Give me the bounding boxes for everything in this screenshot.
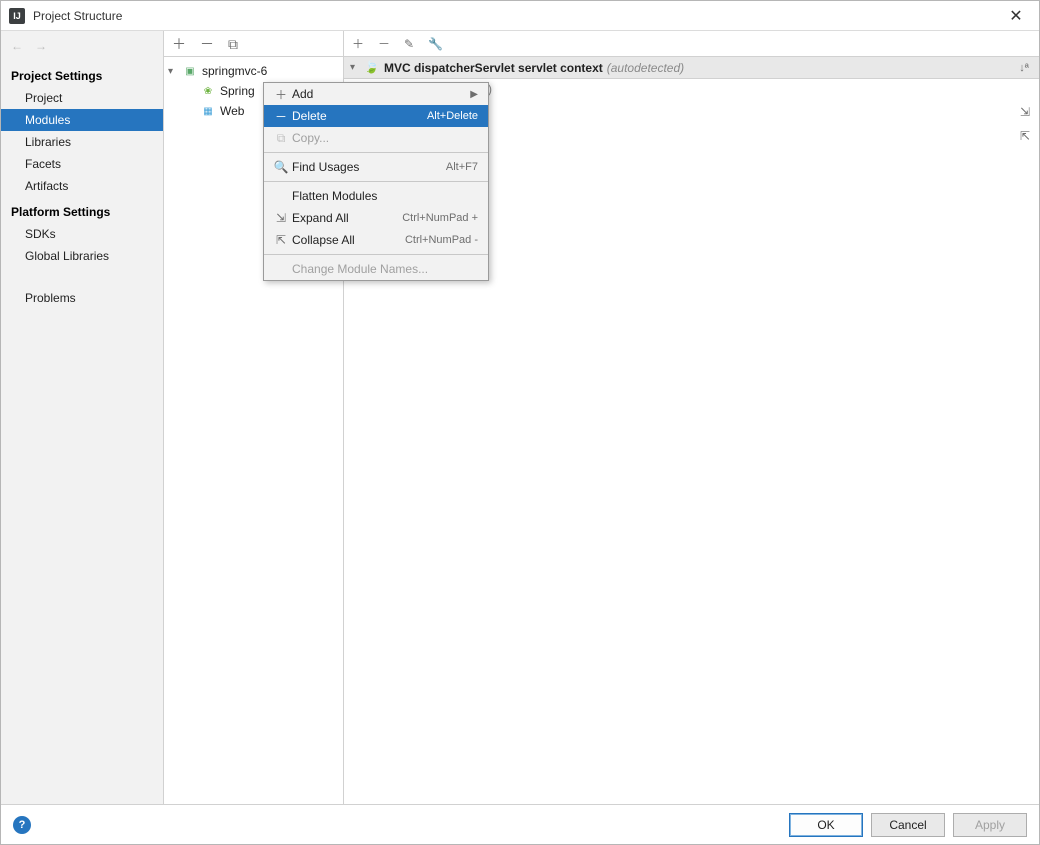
chevron-down-icon: ▾	[168, 66, 182, 77]
sort-icon[interactable]: ↓ª	[1013, 59, 1035, 77]
tree-node-label: Spring	[220, 84, 255, 98]
help-icon[interactable]: ?	[13, 816, 31, 834]
detail-toolbar: ＋ － ✎ 🔧	[344, 31, 1039, 57]
cancel-button[interactable]: Cancel	[871, 813, 945, 837]
collapse-icon: ⇱	[272, 233, 290, 247]
section-project-settings: Project Settings	[1, 61, 163, 87]
sidebar-item-sdks[interactable]: SDKs	[1, 223, 163, 245]
section-platform-settings: Platform Settings	[1, 197, 163, 223]
plus-icon: ＋	[272, 86, 290, 103]
ctx-label: Find Usages	[290, 160, 446, 174]
tree-root-label: springmvc-6	[202, 64, 267, 78]
window-body: ← → Project Settings Project Modules Lib…	[1, 31, 1039, 804]
wrench-icon[interactable]: 🔧	[428, 37, 443, 51]
context-menu: ＋ Add ▶ － Delete Alt+Delete ⧉ Copy... 🔍 …	[263, 82, 489, 281]
ctx-copy: ⧉ Copy...	[264, 127, 488, 149]
ctx-shortcut: Ctrl+NumPad +	[402, 212, 478, 224]
sidebar-item-artifacts[interactable]: Artifacts	[1, 175, 163, 197]
ctx-shortcut: Ctrl+NumPad -	[405, 234, 478, 246]
ctx-label: Add	[290, 87, 470, 101]
ctx-label: Change Module Names...	[290, 262, 478, 276]
spring-context-icon: 🍃	[364, 60, 380, 76]
add-context-icon[interactable]: ＋	[352, 35, 364, 52]
web-icon: ▦	[200, 103, 216, 119]
collapse-all-icon[interactable]: ⇱	[1015, 127, 1035, 145]
settings-sidebar: ← → Project Settings Project Modules Lib…	[1, 31, 164, 804]
titlebar: IJ Project Structure ✕	[1, 1, 1039, 31]
ctx-label: Copy...	[290, 131, 478, 145]
ctx-expand-all[interactable]: ⇲ Expand All Ctrl+NumPad +	[264, 207, 488, 229]
forward-icon[interactable]: →	[35, 39, 47, 53]
sidebar-item-libraries[interactable]: Libraries	[1, 131, 163, 153]
expand-icon: ⇲	[272, 211, 290, 225]
sidebar-item-problems[interactable]: Problems	[1, 287, 163, 309]
ctx-delete[interactable]: － Delete Alt+Delete	[264, 105, 488, 127]
sidebar-item-project[interactable]: Project	[1, 87, 163, 109]
spring-icon: ❀	[200, 83, 216, 99]
modules-toolbar: ＋ － ⧉	[164, 31, 343, 57]
ctx-flatten[interactable]: Flatten Modules	[264, 185, 488, 207]
tree-node-label: Web	[220, 104, 244, 118]
ctx-label: Expand All	[290, 211, 402, 225]
submenu-arrow-icon: ▶	[470, 89, 478, 100]
window-title: Project Structure	[33, 9, 1001, 23]
context-title-muted: (autodetected)	[607, 61, 684, 75]
tree-root[interactable]: ▾ ▣ springmvc-6	[164, 61, 343, 81]
dialog-footer: ? OK Cancel Apply	[1, 804, 1039, 844]
context-title: MVC dispatcherServlet servlet context	[384, 61, 603, 75]
sidebar-item-modules[interactable]: Modules	[1, 109, 163, 131]
ctx-add[interactable]: ＋ Add ▶	[264, 83, 488, 105]
project-structure-window: IJ Project Structure ✕ ← → Project Setti…	[0, 0, 1040, 845]
ctx-separator	[264, 254, 488, 255]
ok-button[interactable]: OK	[789, 813, 863, 837]
remove-context-icon[interactable]: －	[378, 35, 390, 52]
search-icon: 🔍	[272, 160, 290, 174]
expand-all-icon[interactable]: ⇲	[1015, 103, 1035, 121]
add-module-icon[interactable]: ＋	[172, 37, 186, 51]
context-header[interactable]: ▾ 🍃 MVC dispatcherServlet servlet contex…	[344, 57, 1039, 79]
sidebar-item-global-libraries[interactable]: Global Libraries	[1, 245, 163, 267]
ctx-separator	[264, 152, 488, 153]
minus-icon: －	[272, 108, 290, 125]
ctx-label: Flatten Modules	[290, 189, 478, 203]
apply-button[interactable]: Apply	[953, 813, 1027, 837]
ctx-shortcut: Alt+Delete	[427, 110, 478, 122]
close-icon[interactable]: ✕	[1001, 6, 1031, 26]
ctx-change-names: Change Module Names...	[264, 258, 488, 280]
sidebar-item-facets[interactable]: Facets	[1, 153, 163, 175]
chevron-down-icon: ▾	[350, 62, 364, 73]
ctx-shortcut: Alt+F7	[446, 161, 478, 173]
ctx-separator	[264, 181, 488, 182]
ctx-collapse-all[interactable]: ⇱ Collapse All Ctrl+NumPad -	[264, 229, 488, 251]
copy-icon: ⧉	[272, 131, 290, 146]
remove-module-icon[interactable]: －	[200, 37, 214, 51]
back-icon[interactable]: ←	[11, 39, 23, 53]
edit-context-icon[interactable]: ✎	[404, 37, 414, 51]
app-icon: IJ	[9, 8, 25, 24]
detail-right-tools: ⇲ ⇱	[1015, 103, 1035, 145]
nav-arrows: ← →	[1, 31, 163, 61]
ctx-label: Delete	[290, 109, 427, 123]
copy-module-icon[interactable]: ⧉	[228, 37, 238, 51]
ctx-find-usages[interactable]: 🔍 Find Usages Alt+F7	[264, 156, 488, 178]
module-icon: ▣	[182, 63, 198, 79]
ctx-label: Collapse All	[290, 233, 405, 247]
